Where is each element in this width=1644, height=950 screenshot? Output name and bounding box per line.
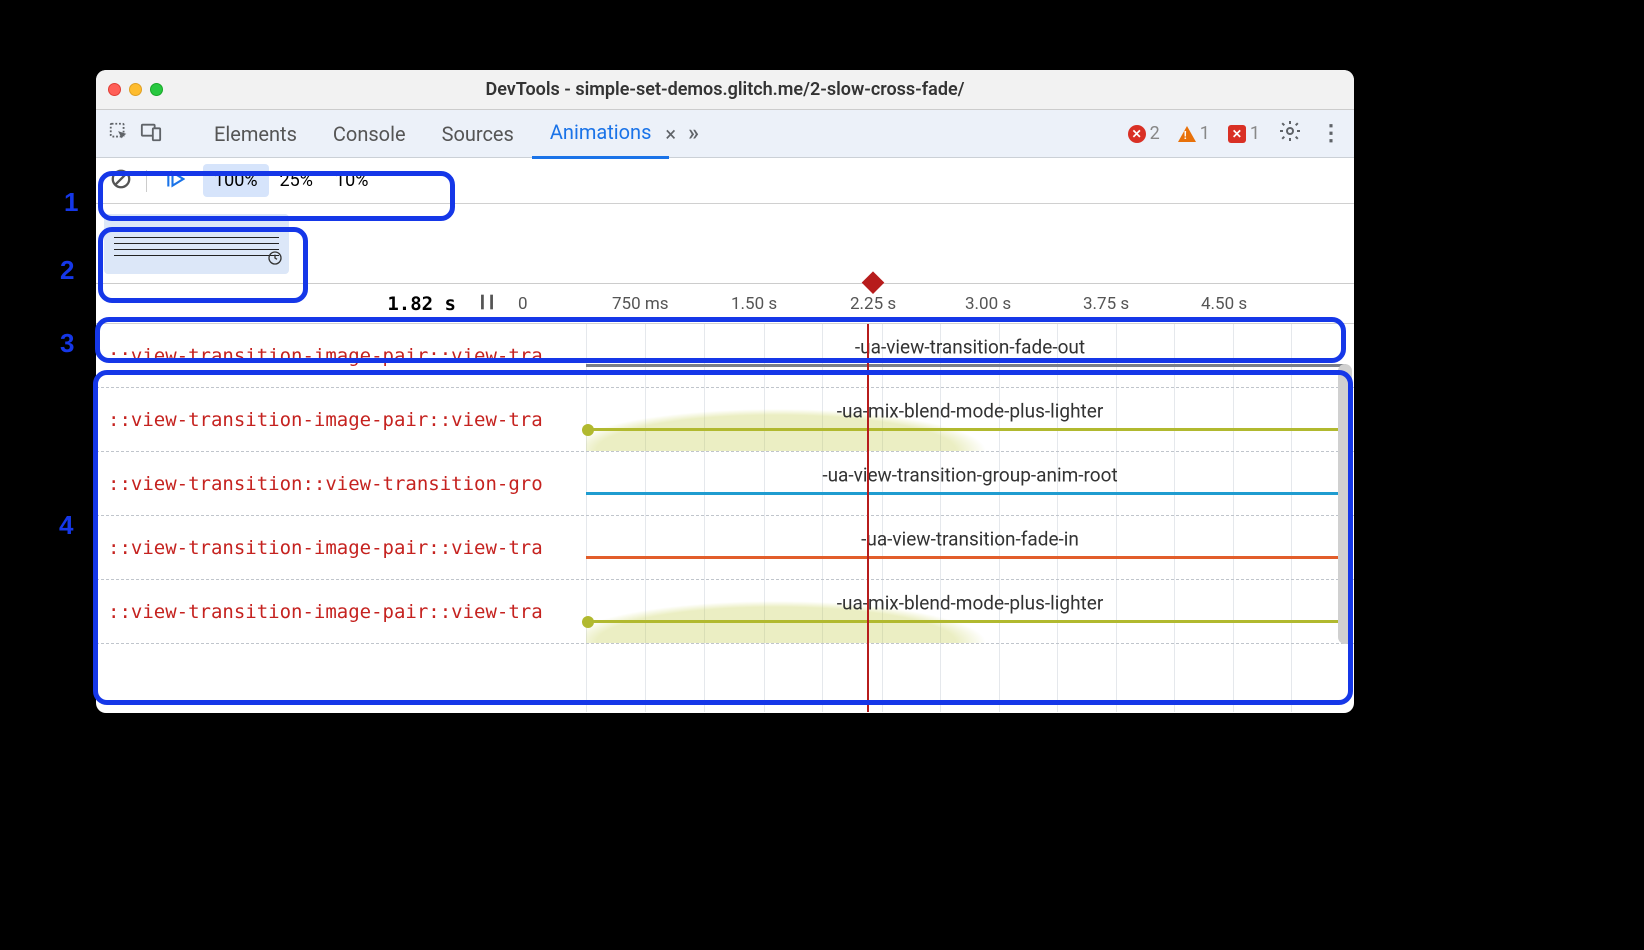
settings-gear-icon[interactable] (1278, 119, 1302, 149)
timeline-header[interactable]: 1.82 s 0 750 ms 1.50 s 2.25 s 3.00 s 3.7… (96, 284, 1354, 324)
close-icon[interactable] (108, 83, 121, 96)
track-bar[interactable] (586, 428, 1346, 431)
track-selector: ::view-transition-image-pair::view-tra (96, 388, 586, 451)
playhead-line (867, 324, 869, 712)
tab-animations[interactable]: Animations (532, 108, 670, 159)
blocked-count[interactable]: ✕1 (1228, 123, 1260, 144)
speed-100[interactable]: 100% (203, 164, 269, 197)
keyframe-dot[interactable] (582, 616, 594, 628)
clock-icon (267, 250, 283, 270)
errors-count[interactable]: ✕2 (1128, 123, 1160, 144)
track-anim-name: -ua-view-transition-fade-out (586, 335, 1354, 358)
animation-groups-row (96, 204, 1354, 284)
track-row[interactable]: ::view-transition-image-pair::view-tra -… (96, 580, 1354, 644)
tab-console[interactable]: Console (315, 114, 424, 154)
tick-450: 4.50 s (1201, 294, 1247, 314)
track-selector: ::view-transition::view-transition-gro (96, 452, 586, 515)
callout-4-label: 4 (59, 510, 73, 541)
callout-2-label: 2 (60, 255, 74, 286)
animation-tracks: ::view-transition-image-pair::view-tra -… (96, 324, 1354, 712)
warnings-count[interactable]: 1 (1178, 123, 1210, 144)
tick-300: 3.00 s (965, 294, 1011, 314)
pause-icon[interactable] (476, 291, 498, 317)
play-pause-button[interactable] (155, 167, 195, 195)
tick-150: 1.50 s (731, 294, 777, 314)
callout-1-label: 1 (64, 187, 78, 218)
tabs-overflow-icon[interactable]: » (682, 121, 705, 146)
inspect-icon[interactable] (108, 121, 130, 147)
minimize-icon[interactable] (129, 83, 142, 96)
track-row[interactable]: ::view-transition-image-pair::view-tra -… (96, 516, 1354, 580)
track-bar[interactable] (586, 364, 1346, 367)
device-toggle-icon[interactable] (140, 121, 162, 147)
track-selector: ::view-transition-image-pair::view-tra (96, 324, 586, 387)
speed-selector: 100% 25% 10% (203, 164, 379, 197)
track-bar[interactable] (586, 620, 1346, 623)
tick-0: 0 (518, 294, 528, 314)
track-row[interactable]: ::view-transition-image-pair::view-tra -… (96, 324, 1354, 388)
animation-controls: 100% 25% 10% (96, 158, 1354, 204)
speed-25[interactable]: 25% (269, 164, 324, 197)
track-anim-name: -ua-mix-blend-mode-plus-lighter (586, 399, 1354, 422)
tab-bar: Elements Console Sources Animations × » … (96, 110, 1354, 158)
traffic-lights (108, 83, 163, 96)
track-selector: ::view-transition-image-pair::view-tra (96, 516, 586, 579)
kebab-menu-icon[interactable]: ⋮ (1320, 121, 1342, 146)
devtools-window: DevTools - simple-set-demos.glitch.me/2-… (96, 70, 1354, 713)
window-title: DevTools - simple-set-demos.glitch.me/2-… (96, 79, 1354, 100)
tick-225: 2.25 s (850, 294, 896, 314)
track-row[interactable]: ::view-transition::view-transition-gro -… (96, 452, 1354, 516)
scrollbar[interactable] (1337, 324, 1353, 712)
tick-375: 3.75 s (1083, 294, 1129, 314)
track-anim-name: -ua-view-transition-fade-in (586, 527, 1354, 550)
track-anim-name: -ua-view-transition-group-anim-root (586, 463, 1354, 486)
track-bar[interactable] (586, 556, 1346, 559)
tab-close-icon[interactable]: × (659, 122, 682, 146)
clear-button[interactable] (104, 164, 138, 198)
track-anim-name: -ua-mix-blend-mode-plus-lighter (586, 591, 1354, 614)
maximize-icon[interactable] (150, 83, 163, 96)
current-time-label: 1.82 s (96, 293, 476, 315)
tab-list: Elements Console Sources Animations × » (196, 108, 705, 159)
track-bar[interactable] (586, 492, 1346, 495)
callout-3-label: 3 (60, 328, 74, 359)
tab-sources[interactable]: Sources (424, 114, 532, 154)
animation-group-thumb[interactable] (104, 214, 289, 274)
tick-750: 750 ms (612, 294, 669, 314)
track-row[interactable]: ::view-transition-image-pair::view-tra -… (96, 388, 1354, 452)
speed-10[interactable]: 10% (324, 164, 379, 197)
keyframe-dot[interactable] (582, 424, 594, 436)
tab-elements[interactable]: Elements (196, 114, 315, 154)
track-selector: ::view-transition-image-pair::view-tra (96, 580, 586, 643)
timeline-ruler[interactable]: 0 750 ms 1.50 s 2.25 s 3.00 s 3.75 s 4.5… (518, 284, 1354, 323)
title-bar: DevTools - simple-set-demos.glitch.me/2-… (96, 70, 1354, 110)
